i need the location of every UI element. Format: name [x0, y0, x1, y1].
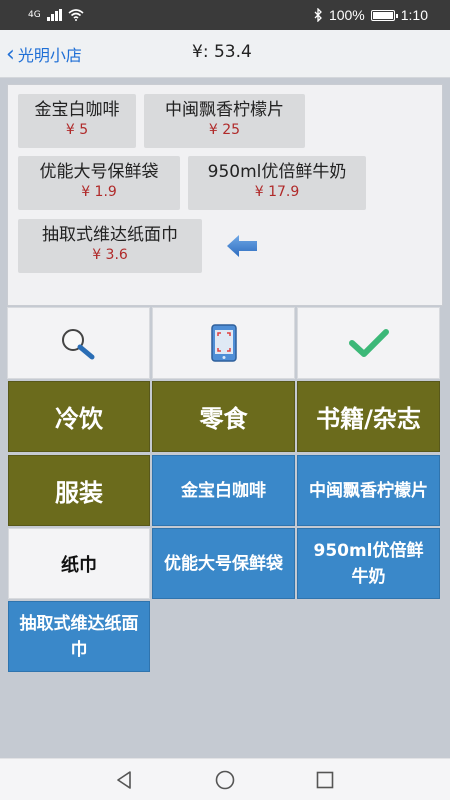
nav-back-icon[interactable] — [114, 769, 136, 791]
battery-icon — [370, 9, 398, 21]
title-bar: ‹ 光明小店 ¥: 53.4 — [0, 30, 450, 78]
product-tile[interactable]: 中闽飘香柠檬片 — [297, 455, 440, 526]
category-clothing[interactable]: 服装 — [8, 455, 150, 526]
signal-icon — [46, 9, 62, 21]
clock: 1:10 — [400, 7, 428, 23]
product-tile[interactable]: 950ml优倍鲜牛奶 — [297, 528, 440, 599]
order-item[interactable]: 优能大号保鲜袋 ¥ 1.9 — [18, 156, 180, 210]
order-item-name: 抽取式维达纸面巾 — [42, 225, 178, 245]
order-panel: 金宝白咖啡 ¥ 5 中闽飘香柠檬片 ¥ 25 优能大号保鲜袋 ¥ 1.9 950… — [7, 84, 443, 306]
network-type: 4G — [28, 10, 41, 20]
scan-phone-icon — [210, 324, 237, 362]
bluetooth-icon — [314, 8, 322, 22]
order-item-price: ¥ 5 — [65, 122, 89, 138]
back-label: 光明小店 — [17, 46, 82, 65]
checkmark-icon — [348, 329, 389, 357]
order-item-name: 950ml优倍鲜牛奶 — [207, 162, 347, 182]
order-item-name: 中闽飘香柠檬片 — [165, 100, 284, 120]
category-snacks[interactable]: 零食 — [152, 381, 295, 452]
order-item[interactable]: 中闽飘香柠檬片 ¥ 25 — [144, 94, 305, 148]
search-button[interactable] — [7, 307, 150, 379]
scan-button[interactable] — [152, 307, 295, 379]
order-item-name: 优能大号保鲜袋 — [39, 162, 159, 182]
order-item-price: ¥ 1.9 — [81, 184, 117, 200]
category-tissues[interactable]: 纸巾 — [8, 528, 150, 599]
battery-percent: 100% — [328, 7, 365, 23]
status-bar: 4G 100% 1:10 — [0, 0, 450, 30]
confirm-button[interactable] — [297, 307, 440, 379]
arrow-left-icon[interactable] — [225, 233, 259, 259]
nav-home-icon[interactable] — [214, 769, 236, 791]
product-tile[interactable]: 金宝白咖啡 — [152, 455, 295, 526]
order-item-price: ¥ 3.6 — [92, 247, 128, 263]
wifi-icon — [68, 9, 84, 21]
chevron-left-icon: ‹ — [6, 41, 15, 67]
order-item[interactable]: 金宝白咖啡 ¥ 5 — [18, 94, 136, 148]
order-item-name: 金宝白咖啡 — [34, 100, 120, 120]
system-nav-bar — [0, 758, 450, 800]
status-left: 4G — [28, 5, 84, 25]
back-button[interactable]: ‹ 光明小店 — [6, 40, 82, 68]
category-cold-drinks[interactable]: 冷饮 — [8, 381, 150, 452]
order-item-price: ¥ 25 — [208, 122, 241, 138]
order-total: ¥: 53.4 — [192, 42, 252, 62]
product-tile[interactable]: 优能大号保鲜袋 — [152, 528, 295, 599]
order-item[interactable]: 抽取式维达纸面巾 ¥ 3.6 — [18, 219, 202, 273]
product-tile[interactable]: 抽取式维达纸面巾 — [8, 601, 150, 672]
status-right: 100% 1:10 — [314, 5, 428, 25]
category-books-magazines[interactable]: 书籍/杂志 — [297, 381, 440, 452]
magnifier-icon — [61, 329, 94, 360]
nav-recents-icon[interactable] — [314, 769, 336, 791]
order-item-price: ¥ 17.9 — [254, 184, 300, 200]
order-item[interactable]: 950ml优倍鲜牛奶 ¥ 17.9 — [188, 156, 366, 210]
